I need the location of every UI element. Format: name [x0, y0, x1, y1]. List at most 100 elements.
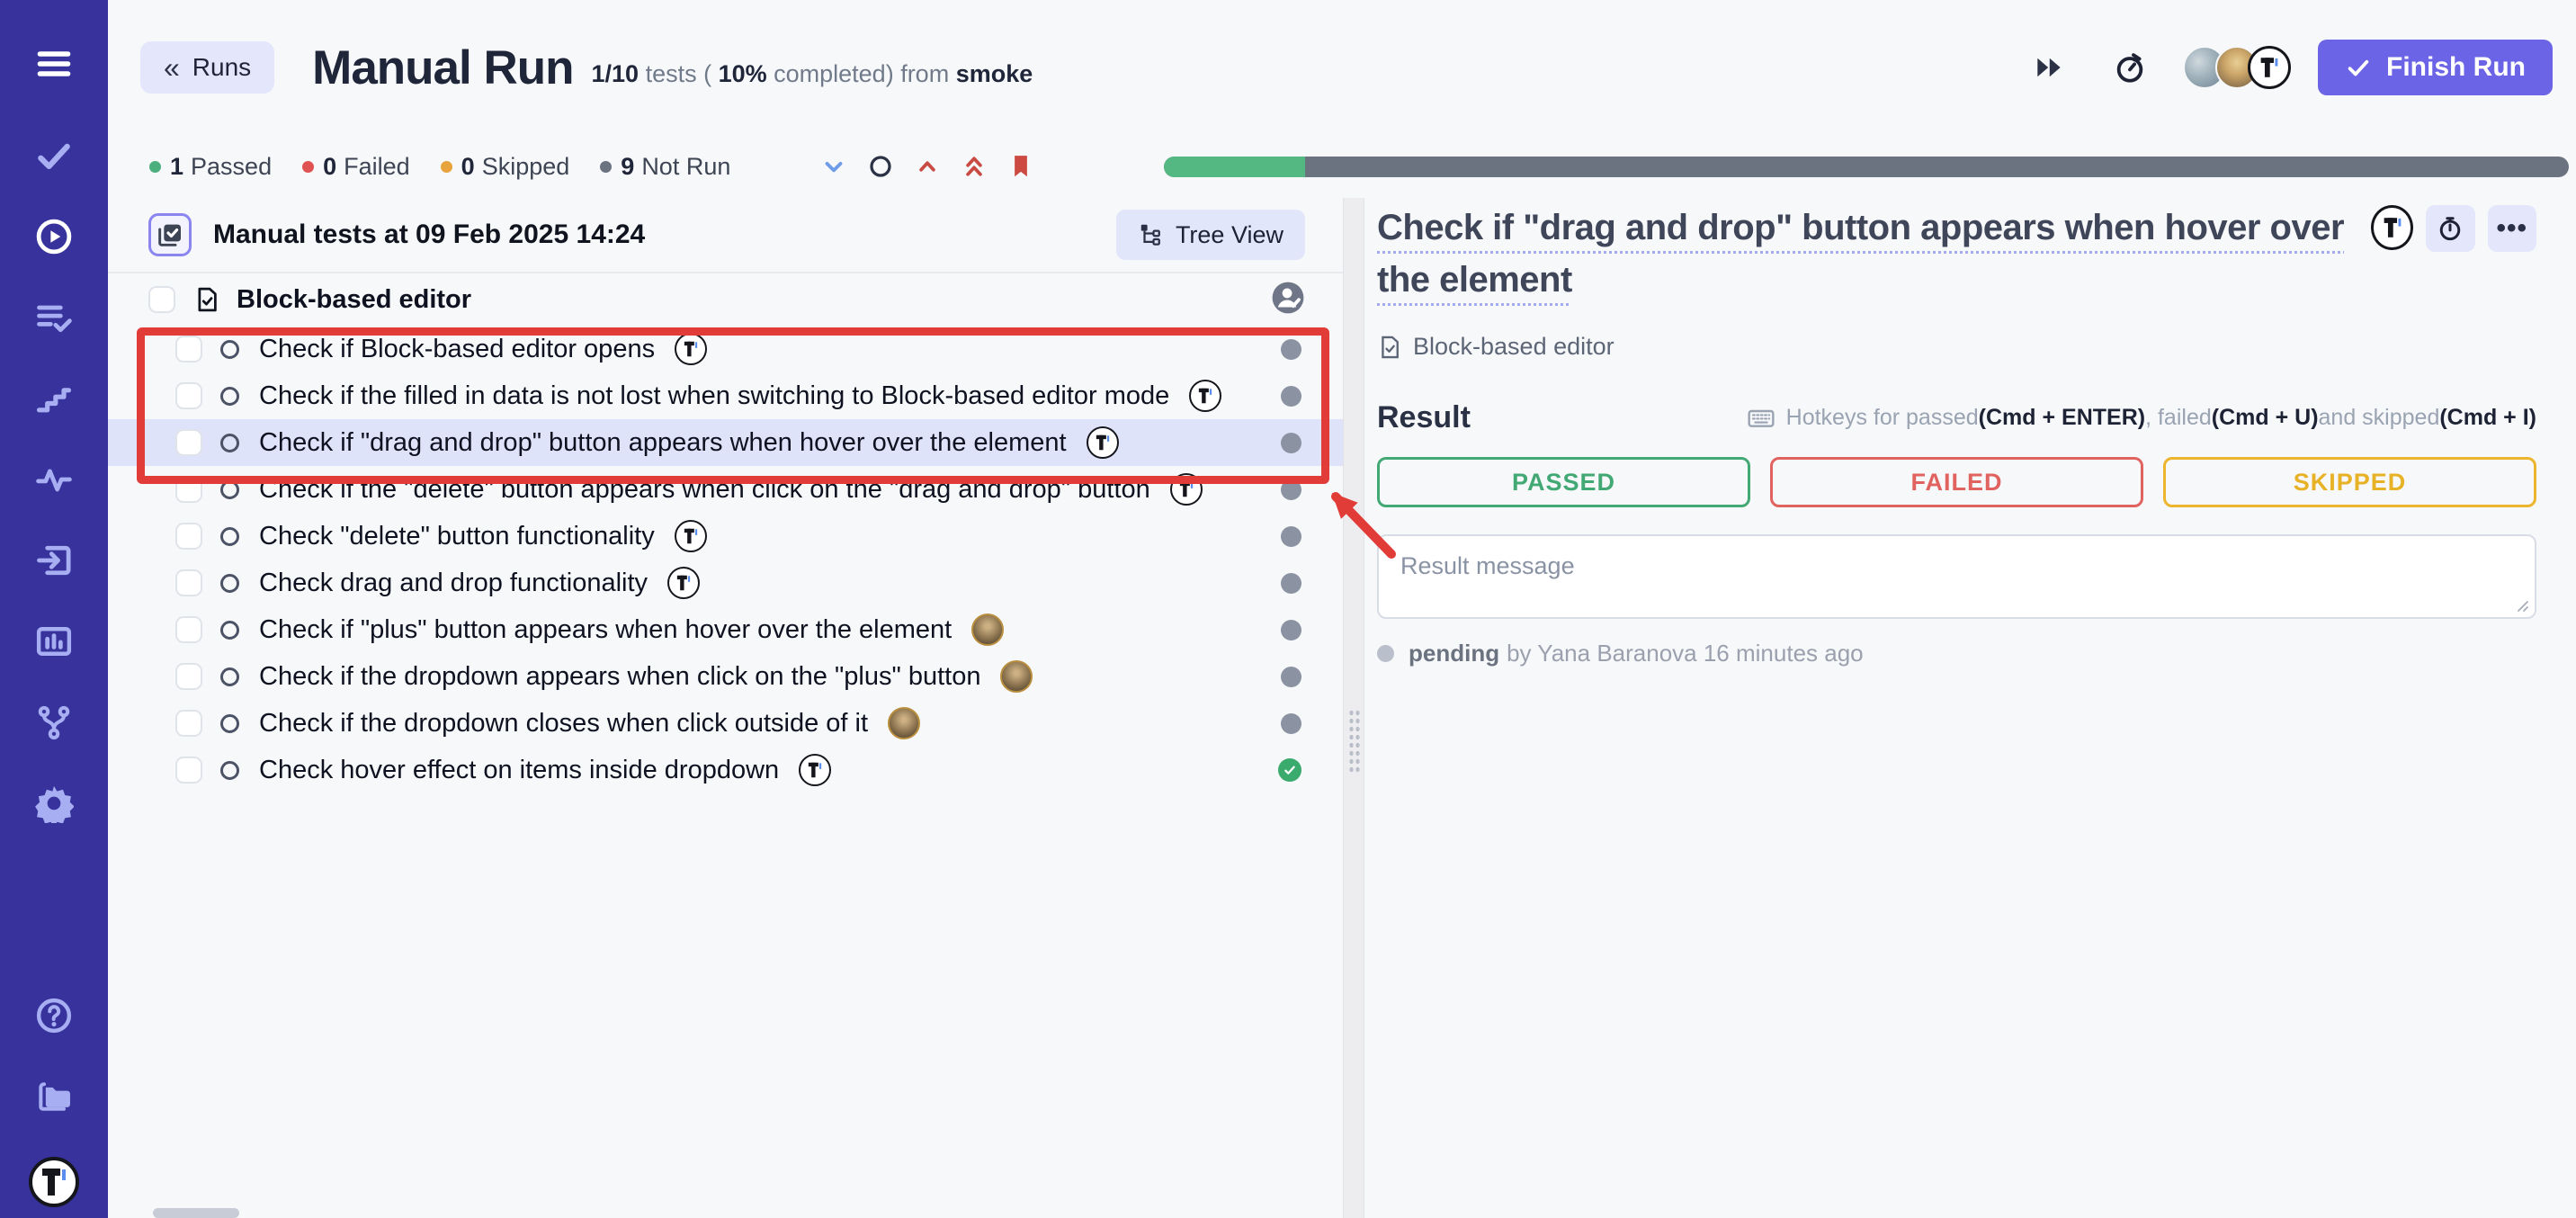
test-detail-title[interactable]: Check if "drag and drop" button appears …: [1377, 202, 2362, 306]
tree-view-button[interactable]: Tree View: [1116, 210, 1305, 260]
priority-double-up-icon[interactable]: [957, 149, 991, 184]
assignee-avatar-testomat: [1170, 473, 1203, 506]
suite-assignee-icon[interactable]: [1271, 281, 1305, 319]
timer-icon: [2437, 215, 2464, 242]
test-checkbox[interactable]: [175, 757, 202, 784]
test-state-radio[interactable]: [220, 340, 239, 359]
run-list-title: Manual tests at 09 Feb 2025 14:24: [213, 219, 645, 250]
detail-more-button[interactable]: •••: [2488, 205, 2536, 252]
sidebar: [0, 0, 108, 1218]
page-title: Manual Run: [312, 40, 573, 95]
test-state-radio[interactable]: [220, 621, 239, 640]
test-row[interactable]: Check hover effect on items inside dropd…: [108, 747, 1343, 793]
detail-suite-breadcrumb[interactable]: Block-based editor: [1377, 333, 2536, 361]
tree-view-label: Tree View: [1176, 221, 1284, 249]
horizontal-scrollbar-thumb[interactable]: [153, 1208, 239, 1218]
projects-folder-icon[interactable]: [33, 1076, 75, 1117]
test-row[interactable]: Check if the dropdown closes when click …: [108, 700, 1343, 747]
import-icon[interactable]: [33, 540, 75, 581]
test-state-radio[interactable]: [220, 714, 239, 733]
suite-document-icon: [193, 286, 220, 313]
notrun-dot: [600, 161, 612, 173]
test-row[interactable]: Check if Block-based editor opens: [108, 326, 1343, 372]
pending-dot: [1377, 645, 1394, 662]
test-checkbox[interactable]: [175, 382, 202, 409]
assignee-avatar-testomat: [1087, 426, 1119, 459]
stat-failed: 0Failed: [302, 153, 410, 181]
runs-play-icon[interactable]: [33, 216, 75, 257]
test-checkbox[interactable]: [175, 663, 202, 690]
test-row[interactable]: Check if the dropdown appears when click…: [108, 653, 1343, 700]
select-all-checkbox[interactable]: [148, 213, 192, 256]
panel-resize-divider[interactable]: [1343, 198, 1364, 1218]
detail-assignee-avatar[interactable]: [2371, 205, 2413, 250]
test-title: Check if Block-based editor opens: [259, 335, 655, 364]
skipped-button[interactable]: SKIPPED: [2163, 457, 2536, 507]
collapse-chevron-down-icon[interactable]: [817, 149, 851, 184]
test-row[interactable]: Check drag and drop functionality: [108, 560, 1343, 606]
test-state-radio[interactable]: [220, 434, 239, 452]
passed-button[interactable]: PASSED: [1377, 457, 1750, 507]
help-icon[interactable]: [33, 995, 75, 1036]
test-list-panel: Manual tests at 09 Feb 2025 14:24 Tree V…: [108, 198, 1343, 1218]
status-passed-icon: [1278, 758, 1301, 782]
status-not-run-dot: [1281, 667, 1301, 687]
test-title: Check if the dropdown closes when click …: [259, 709, 868, 739]
fast-forward-icon[interactable]: [2028, 47, 2070, 88]
test-state-radio[interactable]: [220, 480, 239, 499]
test-state-radio[interactable]: [220, 574, 239, 593]
menu-icon[interactable]: [33, 43, 75, 85]
activity-pulse-icon[interactable]: [33, 459, 75, 500]
test-state-radio[interactable]: [220, 387, 239, 406]
status-not-run-dot: [1281, 713, 1301, 734]
detail-suite-label: Block-based editor: [1413, 333, 1614, 361]
statusbar: 1Passed 0Failed 0Skipped 9Not Run: [108, 135, 2576, 198]
test-row-selected[interactable]: Check if "drag and drop" button appears …: [108, 419, 1343, 466]
test-state-radio[interactable]: [220, 527, 239, 546]
settings-gear-icon[interactable]: [33, 783, 75, 824]
test-checkbox[interactable]: [175, 476, 202, 503]
last-status-line: pending by Yana Baranova 16 minutes ago: [1377, 640, 2536, 667]
test-title: Check if the dropdown appears when click…: [259, 662, 980, 692]
bookmark-icon[interactable]: [1004, 149, 1038, 184]
test-checkbox[interactable]: [175, 523, 202, 550]
timer-icon[interactable]: [2109, 47, 2151, 88]
test-title: Check if the "delete" button appears whe…: [259, 475, 1150, 505]
test-row[interactable]: Check if the "delete" button appears whe…: [108, 466, 1343, 513]
priority-up-icon[interactable]: [910, 149, 944, 184]
analytics-chart-icon[interactable]: [33, 621, 75, 662]
suite-row[interactable]: Block-based editor: [108, 273, 1343, 326]
test-state-radio[interactable]: [220, 667, 239, 686]
test-checkbox[interactable]: [175, 429, 202, 456]
test-row[interactable]: Check if "plus" button appears when hove…: [108, 606, 1343, 653]
branches-icon[interactable]: [33, 702, 75, 743]
suite-checkbox[interactable]: [148, 286, 175, 313]
test-checkbox[interactable]: [175, 569, 202, 596]
finish-run-button[interactable]: Finish Run: [2318, 40, 2553, 95]
run-progress-bar: [1164, 157, 2569, 177]
assignee-avatar-testomat: [675, 520, 707, 552]
run-assignee-avatars[interactable]: [2183, 46, 2291, 89]
test-state-radio[interactable]: [220, 761, 239, 780]
assignee-avatar-testomat: [799, 754, 831, 786]
status-not-run-dot: [1281, 339, 1301, 360]
status-not-run-dot: [1281, 620, 1301, 640]
test-row[interactable]: Check if the filled in data is not lost …: [108, 372, 1343, 419]
test-plans-icon[interactable]: [33, 297, 75, 338]
run-progress-fill: [1164, 157, 1304, 177]
test-checkbox[interactable]: [175, 336, 202, 363]
back-to-runs-label: Runs: [192, 53, 251, 82]
test-checkbox[interactable]: [175, 616, 202, 643]
tests-check-icon[interactable]: [33, 135, 75, 176]
run-progress-subtitle: 1/10 tests ( 10% completed) from smoke: [592, 60, 1033, 88]
test-detail-panel: Check if "drag and drop" button appears …: [1364, 198, 2576, 1218]
back-to-runs-button[interactable]: « Runs: [140, 41, 274, 94]
result-message-input[interactable]: [1377, 534, 2536, 619]
testomat-logo[interactable]: [29, 1157, 79, 1207]
test-row[interactable]: Check "delete" button functionality: [108, 513, 1343, 560]
milestones-stairs-icon[interactable]: [33, 378, 75, 419]
test-checkbox[interactable]: [175, 710, 202, 737]
filter-circle-icon[interactable]: [863, 149, 898, 184]
detail-timer-button[interactable]: [2426, 205, 2474, 252]
failed-button[interactable]: FAILED: [1770, 457, 2143, 507]
